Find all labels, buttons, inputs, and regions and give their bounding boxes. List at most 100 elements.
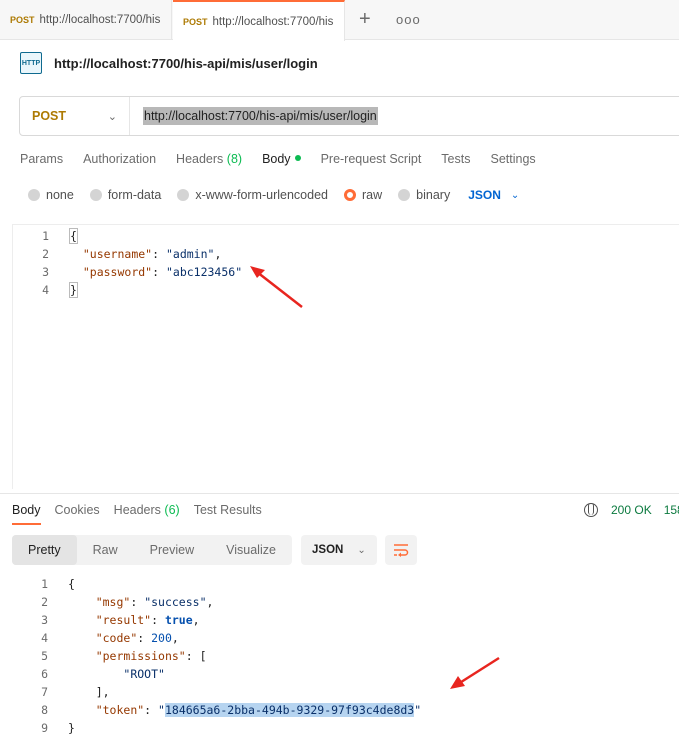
- request-tab-2-active[interactable]: POST http://localhost:7700/his: [173, 0, 345, 41]
- code-line: "code": 200,: [95, 631, 179, 645]
- json-key-code: "code": [95, 631, 138, 645]
- view-raw[interactable]: Raw: [77, 535, 134, 565]
- tab-headers[interactable]: Headers (8): [176, 152, 242, 166]
- json-key-result: "result": [95, 613, 152, 627]
- radio-urlencoded-label: x-www-form-urlencoded: [195, 188, 328, 202]
- tab-tests[interactable]: Tests: [441, 152, 470, 166]
- body-format-select[interactable]: JSON: [468, 188, 501, 202]
- response-time[interactable]: 158: [664, 503, 679, 517]
- chevron-down-icon[interactable]: ⌄: [511, 190, 519, 201]
- line-number: 9: [41, 721, 48, 735]
- code-line: "msg": "success",: [95, 595, 214, 609]
- tab-authorization[interactable]: Authorization: [83, 152, 156, 166]
- line-number: 4: [42, 283, 49, 297]
- radio-circle: [28, 189, 40, 201]
- response-tab-headers-label: Headers: [113, 503, 161, 517]
- request-body-editor[interactable]: 1 { 2 "username": "admin", 3 "password": …: [12, 224, 679, 489]
- headers-count-badge: (8): [226, 152, 243, 166]
- line-number: 8: [41, 703, 48, 717]
- globe-icon[interactable]: [584, 503, 598, 517]
- response-tab-body[interactable]: Body: [12, 503, 41, 525]
- radio-none-label: none: [46, 188, 74, 202]
- code-line: ],: [68, 685, 110, 699]
- tab-prerequest-script[interactable]: Pre-request Script: [321, 152, 422, 166]
- annotation-arrow-icon: [450, 656, 500, 689]
- json-key-username: "username": [82, 247, 153, 261]
- method-value: POST: [32, 109, 67, 123]
- view-preview[interactable]: Preview: [134, 535, 210, 565]
- code-line: }: [68, 721, 75, 735]
- radio-raw-label: raw: [362, 188, 383, 202]
- line-number: 6: [41, 667, 48, 681]
- response-headers-count-badge: (6): [164, 503, 180, 517]
- response-tab-headers[interactable]: Headers (6): [114, 503, 180, 525]
- json-value-token[interactable]: 184665a6-2bba-494b-9329-97f93c4de8d3: [164, 703, 415, 717]
- json-value-username: "admin": [165, 247, 215, 261]
- line-number: 2: [42, 247, 49, 261]
- view-pretty[interactable]: Pretty: [12, 535, 77, 565]
- wrap-lines-button[interactable]: [385, 535, 417, 565]
- radio-form-data-label: form-data: [107, 188, 162, 202]
- code-line: "ROOT": [68, 665, 165, 683]
- tab-url: http://localhost:7700/his: [39, 14, 161, 26]
- code-line: "username": "admin",: [82, 247, 222, 261]
- method-select[interactable]: POST ⌄: [20, 97, 130, 135]
- radio-none[interactable]: none: [28, 188, 74, 202]
- tab-settings[interactable]: Settings: [490, 152, 535, 166]
- line-number: 4: [41, 631, 48, 645]
- code-line: "token": "184665a6-2bba-494b-9329-97f93c…: [95, 703, 422, 717]
- status-code[interactable]: 200 OK: [611, 503, 652, 517]
- response-tabs: Body Cookies Headers (6) Test Results: [12, 503, 276, 525]
- view-visualize[interactable]: Visualize: [210, 535, 292, 565]
- code-line: }: [69, 282, 78, 298]
- wrap-lines-icon: [394, 544, 409, 557]
- tab-url: http://localhost:7700/his: [212, 15, 334, 28]
- line-number: 7: [41, 685, 48, 699]
- response-divider[interactable]: [0, 493, 679, 494]
- json-value-code: 200: [151, 631, 172, 645]
- line-number: 5: [41, 649, 48, 663]
- code-line: "result": true,: [95, 613, 200, 627]
- http-request-icon: HTTP: [20, 52, 42, 74]
- tab-headers-label: Headers: [176, 152, 224, 166]
- code-line: "permissions": [: [95, 649, 207, 663]
- response-body-viewer[interactable]: 1 { 2 "msg": "success", 3 "result": true,…: [0, 575, 679, 741]
- tab-method: POST: [10, 15, 35, 25]
- request-tabs: Params Authorization Headers (8) Body Pr…: [20, 152, 556, 166]
- radio-circle-selected: [344, 189, 356, 201]
- response-tab-test-results[interactable]: Test Results: [194, 503, 262, 525]
- radio-urlencoded[interactable]: x-www-form-urlencoded: [177, 188, 328, 202]
- request-title[interactable]: http://localhost:7700/his-api/mis/user/l…: [54, 56, 318, 71]
- json-value-msg: "success": [144, 595, 207, 609]
- new-tab-plus-icon[interactable]: +: [359, 9, 371, 29]
- json-value-result: true: [164, 613, 193, 627]
- line-number: 1: [41, 577, 48, 591]
- radio-binary[interactable]: binary: [398, 188, 450, 202]
- code-line: {: [69, 228, 78, 244]
- code-line: {: [68, 577, 75, 591]
- request-title-bar: HTTP http://localhost:7700/his-api/mis/u…: [20, 52, 318, 74]
- body-indicator-dot: [294, 155, 301, 161]
- radio-circle: [89, 189, 102, 201]
- json-key-token: "token": [95, 703, 145, 717]
- url-bar: POST ⌄ http://localhost:7700/his-api/mis…: [19, 96, 679, 136]
- radio-binary-label: binary: [416, 188, 451, 202]
- tab-body-label: Body: [262, 152, 291, 166]
- radio-form-data[interactable]: form-data: [89, 188, 162, 202]
- tab-params[interactable]: Params: [20, 152, 63, 166]
- tab-method: POST: [183, 16, 208, 27]
- radio-raw[interactable]: raw: [344, 188, 382, 202]
- body-type-selector: none form-data x-www-form-urlencoded raw…: [28, 188, 519, 202]
- annotation-arrow-icon: [250, 266, 303, 308]
- more-tabs-icon[interactable]: ooo: [396, 12, 421, 27]
- chevron-down-icon: ⌄: [107, 110, 117, 123]
- response-tab-cookies[interactable]: Cookies: [55, 503, 100, 525]
- chevron-down-icon: ⌄: [357, 544, 366, 556]
- json-key-msg: "msg": [95, 595, 131, 609]
- url-input[interactable]: http://localhost:7700/his-api/mis/user/l…: [143, 107, 378, 125]
- response-format-select[interactable]: JSON ⌄: [301, 535, 377, 565]
- tab-body[interactable]: Body: [262, 152, 301, 166]
- line-number: 3: [41, 613, 48, 627]
- json-key-permissions: "permissions": [95, 649, 186, 663]
- request-tab-1[interactable]: POST http://localhost:7700/his: [0, 0, 172, 40]
